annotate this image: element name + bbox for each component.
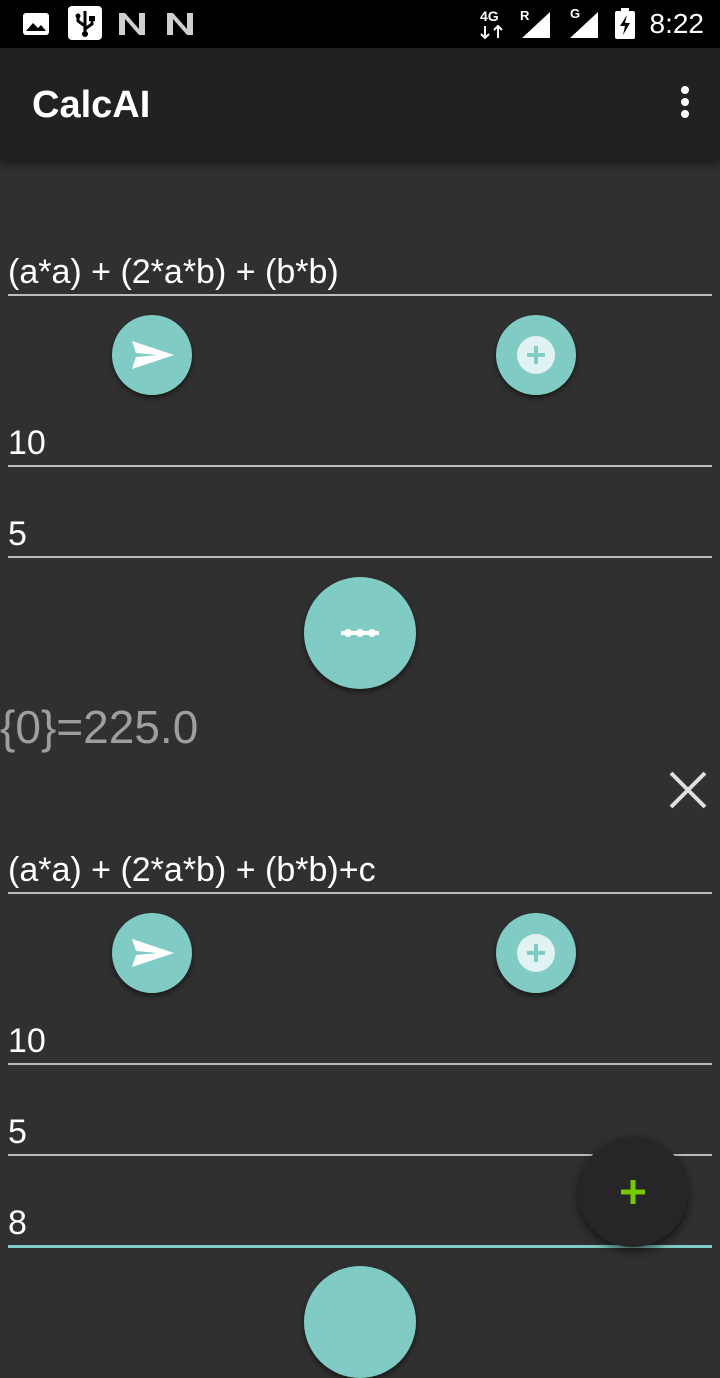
plus-icon xyxy=(621,1180,645,1204)
signal-icon xyxy=(522,12,550,38)
add-circle-icon xyxy=(517,336,555,374)
app-title: CalcAI xyxy=(32,84,151,126)
usb-icon xyxy=(68,6,102,40)
clock: 8:22 xyxy=(649,8,705,39)
send-icon xyxy=(132,341,174,369)
battery-charging-icon xyxy=(615,8,635,39)
add-circle-icon xyxy=(517,934,555,972)
calculate-button[interactable] xyxy=(304,577,416,689)
add-variable-button[interactable] xyxy=(496,315,576,395)
variable-input[interactable]: 10 xyxy=(8,423,712,467)
commit-icon xyxy=(341,629,379,637)
data-arrows-icon xyxy=(480,24,503,40)
n-notification-icon xyxy=(167,13,193,35)
send-icon xyxy=(132,939,174,967)
close-icon xyxy=(669,771,707,809)
expression-input-1[interactable]: (a*a) + (2*a*b) + (b*b) xyxy=(8,252,712,296)
send-button[interactable] xyxy=(112,913,192,993)
send-button[interactable] xyxy=(112,315,192,395)
expression-input-2[interactable]: (a*a) + (2*a*b) + (b*b)+c xyxy=(8,850,712,894)
n-notification-icon xyxy=(119,13,145,35)
add-variable-button[interactable] xyxy=(496,913,576,993)
status-bar: 4G R G 8:22 xyxy=(0,0,720,48)
add-calculation-fab[interactable] xyxy=(578,1137,688,1247)
more-vert-icon[interactable] xyxy=(678,86,692,122)
close-button[interactable] xyxy=(666,768,710,812)
variable-input[interactable]: 5 xyxy=(8,514,712,558)
image-icon xyxy=(23,13,49,35)
network-type-label: 4G xyxy=(480,8,499,24)
result-text: {0}=225.0 xyxy=(0,701,199,753)
calculate-button[interactable] xyxy=(304,1266,416,1378)
variable-input[interactable]: 10 xyxy=(8,1021,712,1065)
signal-icon xyxy=(570,12,598,38)
app-bar: CalcAI xyxy=(0,48,720,160)
